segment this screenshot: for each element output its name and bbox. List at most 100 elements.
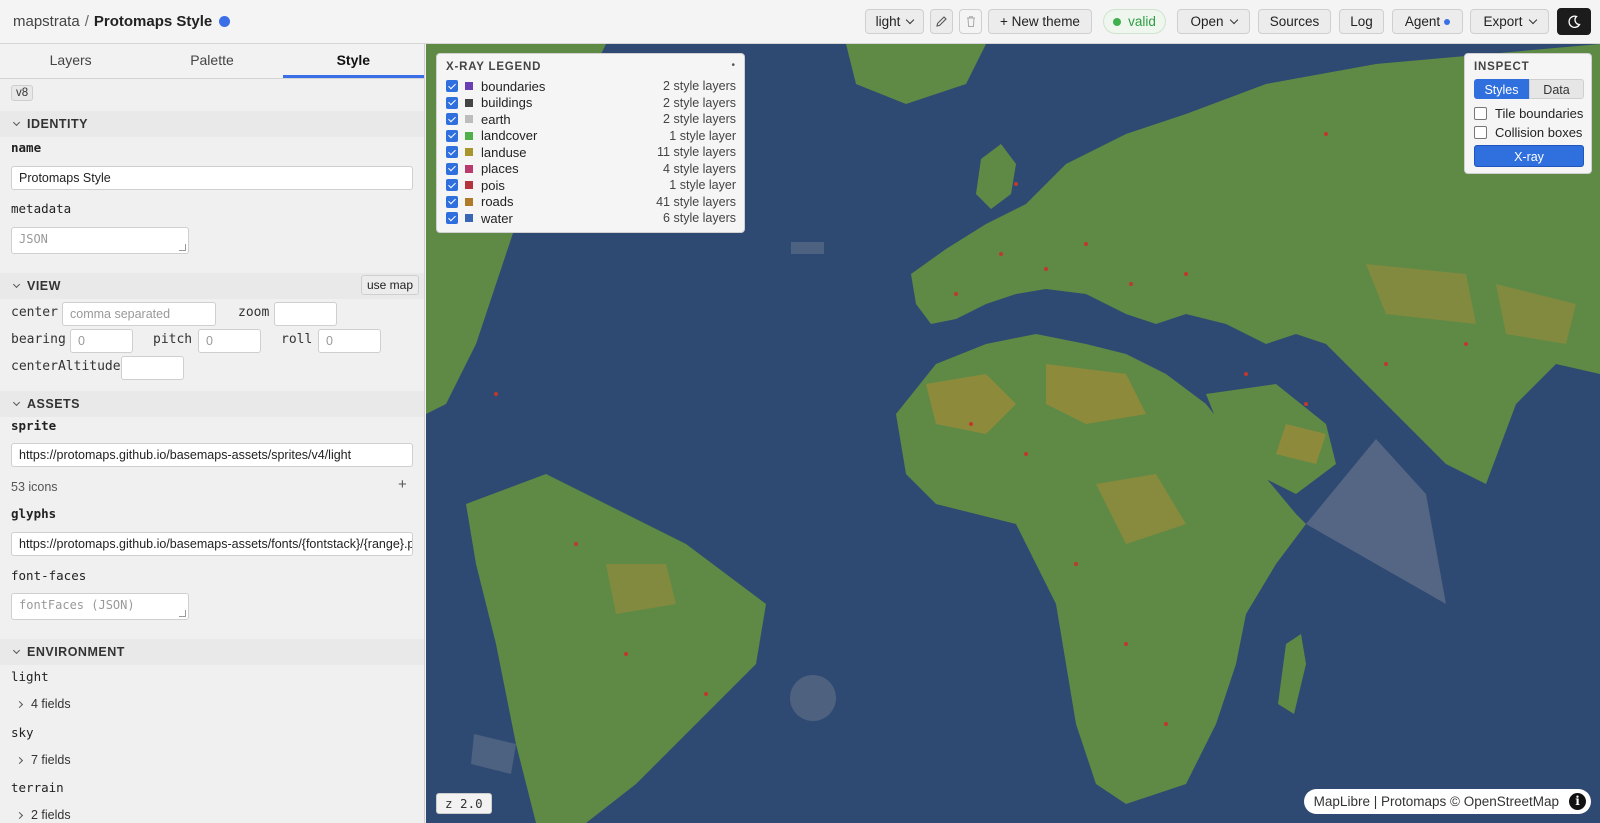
legend-checkbox[interactable]: [446, 195, 458, 208]
legend-item-name: boundaries: [481, 78, 546, 94]
font-faces-label: font-faces: [11, 568, 87, 583]
light-fields-count: 4 fields: [31, 697, 71, 711]
validation-status-label: valid: [1128, 14, 1156, 29]
center-input[interactable]: comma separated: [62, 302, 216, 326]
collision-boxes-checkbox[interactable]: Collision boxes: [1474, 125, 1582, 140]
app-name[interactable]: mapstrata: [13, 13, 80, 30]
validation-status-badge[interactable]: valid: [1103, 9, 1166, 34]
legend-checkbox[interactable]: [446, 80, 458, 92]
inspect-panel: INSPECT Styles Data Tile boundaries Coll…: [1464, 53, 1592, 174]
roll-input[interactable]: 0: [318, 329, 381, 353]
chevron-down-icon: [12, 118, 21, 127]
section-environment-title: ENVIRONMENT: [27, 645, 125, 659]
tab-style[interactable]: Style: [282, 44, 424, 78]
center-altitude-input[interactable]: [121, 356, 184, 380]
chevron-down-icon: [1528, 15, 1537, 24]
log-button[interactable]: Log: [1339, 9, 1384, 34]
agent-label: Agent: [1404, 14, 1441, 29]
legend-item[interactable]: earth 2 style layers: [446, 111, 736, 127]
export-menu-button[interactable]: Export: [1470, 9, 1549, 34]
trash-icon: [966, 16, 975, 27]
legend-item[interactable]: landuse 11 style layers: [446, 144, 736, 160]
sources-button[interactable]: Sources: [1258, 9, 1331, 34]
theme-select[interactable]: light: [865, 9, 924, 34]
project-title[interactable]: Protomaps Style: [94, 13, 212, 30]
legend-checkbox[interactable]: [446, 129, 458, 142]
tab-palette[interactable]: Palette: [141, 44, 282, 78]
section-assets-header[interactable]: ASSETS: [0, 391, 424, 417]
section-identity-header[interactable]: IDENTITY: [0, 111, 424, 137]
legend-item[interactable]: pois 1 style layer: [446, 177, 736, 193]
panel-tabs: Layers Palette Style: [0, 44, 424, 79]
delete-theme-button[interactable]: [959, 9, 982, 34]
name-input[interactable]: Protomaps Style: [11, 166, 413, 190]
font-faces-textarea[interactable]: fontFaces (JSON): [11, 593, 189, 620]
top-bar: mapstrata / Protomaps Style light + New …: [0, 0, 1600, 44]
agent-status-dot-icon: [1444, 18, 1451, 25]
tab-layers[interactable]: Layers: [0, 44, 141, 78]
sky-label: sky: [11, 725, 34, 740]
light-fields-expander[interactable]: 4 fields: [15, 697, 71, 711]
checkbox-box[interactable]: [1474, 107, 1487, 120]
pitch-input[interactable]: 0: [198, 329, 261, 353]
legend-checkbox[interactable]: [446, 113, 458, 125]
agent-button[interactable]: Agent: [1392, 9, 1463, 34]
legend-checkbox[interactable]: [446, 179, 458, 191]
tile-boundaries-checkbox[interactable]: Tile boundaries: [1474, 106, 1583, 121]
legend-item[interactable]: places 4 style layers: [446, 161, 736, 177]
brand: mapstrata / Protomaps Style: [13, 13, 231, 30]
open-menu-button[interactable]: Open: [1177, 9, 1250, 34]
legend-item-name: places: [481, 161, 519, 176]
legend-checkbox[interactable]: [446, 96, 458, 109]
legend-item-count: 1 style layer: [669, 128, 736, 143]
sky-fields-expander[interactable]: 7 fields: [15, 753, 71, 767]
chevron-right-icon: [15, 700, 24, 709]
use-map-button[interactable]: use map: [361, 275, 420, 295]
data-mode-button[interactable]: Data: [1529, 79, 1584, 99]
legend-checkbox[interactable]: [446, 162, 458, 175]
legend-item[interactable]: buildings 2 style layers: [446, 95, 736, 111]
sprite-input[interactable]: https://protomaps.github.io/basemaps-ass…: [11, 443, 413, 467]
legend-checkbox[interactable]: [446, 146, 458, 158]
new-theme-button[interactable]: + New theme: [988, 9, 1092, 34]
section-environment-header[interactable]: ENVIRONMENT: [0, 639, 424, 665]
status-dot-icon: [1113, 17, 1122, 26]
attribution-text[interactable]: MapLibre | Protomaps © OpenStreetMap: [1314, 794, 1559, 809]
edit-theme-button[interactable]: [930, 9, 953, 34]
open-label: Open: [1190, 14, 1224, 29]
theme-select-value: light: [875, 14, 901, 29]
bearing-input[interactable]: 0: [70, 329, 133, 353]
info-icon[interactable]: i: [1569, 793, 1586, 810]
sprite-label: sprite: [11, 418, 57, 433]
legend-item[interactable]: roads 41 style layers: [446, 194, 736, 210]
add-sprite-icon[interactable]: +: [398, 476, 407, 493]
brand-separator: /: [84, 13, 89, 30]
legend-item-name: landuse: [481, 144, 527, 160]
unsaved-indicator-icon: [219, 16, 231, 27]
chevron-down-icon: [12, 280, 21, 289]
glyphs-input[interactable]: https://protomaps.github.io/basemaps-ass…: [11, 532, 413, 556]
checkbox-box[interactable]: [1474, 126, 1487, 139]
legend-title: X-RAY LEGEND: [446, 61, 542, 73]
dark-mode-toggle[interactable]: [1557, 8, 1591, 35]
metadata-textarea[interactable]: JSON: [11, 227, 189, 254]
legend-item-name: landcover: [481, 128, 538, 143]
xray-legend-panel: X-RAY LEGEND • boundaries 2 style layers…: [436, 53, 745, 233]
legend-item[interactable]: landcover 1 style layer: [446, 128, 736, 144]
xray-button[interactable]: X-ray: [1474, 145, 1584, 167]
map-attribution: MapLibre | Protomaps © OpenStreetMap i: [1303, 789, 1591, 814]
styles-mode-button[interactable]: Styles: [1474, 79, 1529, 99]
zoom-input[interactable]: [274, 302, 337, 326]
pencil-icon: [936, 16, 947, 27]
chevron-right-icon: [15, 811, 24, 820]
terrain-fields-expander[interactable]: 2 fields: [15, 808, 71, 822]
name-label: name: [11, 140, 42, 155]
legend-item[interactable]: boundaries 2 style layers: [446, 78, 736, 94]
legend-checkbox[interactable]: [446, 212, 458, 224]
legend-item-count: 41 style layers: [656, 194, 736, 209]
legend-item[interactable]: water 6 style layers: [446, 210, 736, 226]
britain-landmass: [976, 144, 1016, 209]
collapse-legend-icon[interactable]: •: [731, 60, 735, 71]
map-canvas[interactable]: X-RAY LEGEND • boundaries 2 style layers…: [426, 44, 1600, 823]
legend-item-count: 2 style layers: [663, 95, 736, 110]
